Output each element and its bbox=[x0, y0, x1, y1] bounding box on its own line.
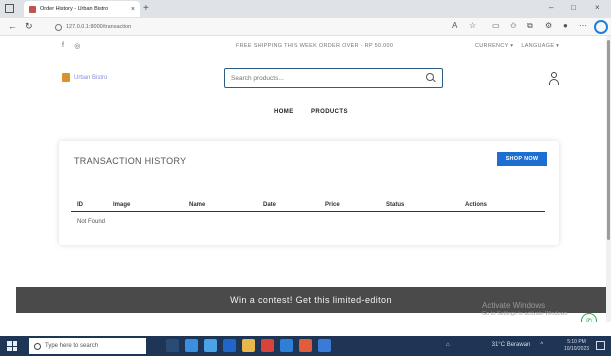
site-logo[interactable]: Urban Bistro bbox=[62, 73, 107, 82]
activate-windows-watermark: Activate Windows Go to Settings to activ… bbox=[482, 301, 569, 317]
user-account-icon[interactable] bbox=[548, 72, 560, 86]
new-tab-button[interactable]: + bbox=[143, 3, 149, 14]
system-clock[interactable]: 5:10 PM 10/10/2023 bbox=[564, 339, 589, 353]
profile-icon[interactable]: ● bbox=[563, 21, 568, 30]
address-bar: ← ↻ 127.0.0.1:8000/transaction A ☆ ▭ ✩ ⧉… bbox=[0, 18, 611, 36]
file-explorer-icon[interactable] bbox=[242, 339, 255, 352]
system-tray: ⌂ 31°C Berawan ^ bbox=[446, 342, 543, 348]
column-header: ID bbox=[77, 202, 83, 208]
shop-now-button[interactable]: SHOP NOW bbox=[497, 152, 547, 166]
taskbar-search-icon bbox=[34, 342, 41, 350]
windows-taskbar: Type here to search ⌂ 31°C Berawan ^ 5:1… bbox=[0, 336, 611, 356]
vscode-app-icon[interactable] bbox=[280, 339, 293, 352]
extensions-icon[interactable]: ⚙ bbox=[545, 21, 552, 30]
transaction-card: TRANSACTION HISTORY SHOP NOW ID Image Na… bbox=[59, 141, 559, 245]
logo-mark-icon bbox=[62, 73, 70, 82]
promo-text: Win a contest! Get this limited-editon bbox=[230, 295, 392, 305]
minimize-button[interactable]: – bbox=[549, 3, 553, 12]
empty-state-text: Not Found bbox=[77, 219, 106, 225]
whatsapp-icon[interactable]: ✆ bbox=[581, 313, 597, 322]
facebook-icon[interactable]: f bbox=[62, 42, 64, 50]
page-bottom-strip bbox=[0, 322, 611, 336]
more-menu-icon[interactable]: ⋯ bbox=[579, 21, 587, 30]
collections-icon[interactable]: ⧉ bbox=[527, 21, 533, 31]
tray-chevron-icon[interactable]: ^ bbox=[540, 342, 543, 348]
maximize-button[interactable]: □ bbox=[571, 3, 576, 12]
edge-app-icon[interactable] bbox=[185, 339, 198, 352]
mail-app-icon[interactable] bbox=[223, 339, 236, 352]
card-title: TRANSACTION HISTORY bbox=[74, 156, 187, 166]
store-app-icon[interactable] bbox=[204, 339, 217, 352]
browser-tab[interactable]: Order History - Urban Bistro × bbox=[24, 1, 140, 17]
watermark-subtitle: Go to Settings to activate Windows. bbox=[482, 311, 569, 317]
menu-home[interactable]: HOME bbox=[274, 109, 294, 115]
start-windows-icon[interactable] bbox=[7, 341, 17, 351]
scrollbar-thumb[interactable] bbox=[607, 40, 610, 240]
app-icon[interactable] bbox=[299, 339, 312, 352]
taskbar-search[interactable]: Type here to search bbox=[29, 338, 146, 354]
weather-text[interactable]: 31°C Berawan bbox=[492, 342, 531, 348]
column-header: Actions bbox=[465, 202, 488, 208]
close-window-button[interactable]: × bbox=[595, 3, 600, 12]
column-header: Status bbox=[386, 202, 405, 208]
split-screen-icon[interactable]: ▭ bbox=[492, 21, 500, 30]
tab-close-button[interactable]: × bbox=[131, 6, 135, 13]
currency-select[interactable]: CURRENCY ▾ bbox=[475, 43, 513, 49]
favorite-star-icon[interactable]: ☆ bbox=[469, 21, 476, 30]
back-arrow-icon[interactable]: ← bbox=[8, 21, 17, 31]
search-input[interactable] bbox=[231, 74, 426, 82]
taskbar-apps bbox=[166, 339, 331, 352]
logo-text: Urban Bistro bbox=[74, 74, 108, 81]
taskbar-search-text: Type here to search bbox=[45, 343, 99, 349]
site-info-icon[interactable] bbox=[55, 23, 62, 31]
favicon-icon bbox=[29, 5, 36, 13]
instagram-icon[interactable]: ◎ bbox=[74, 42, 80, 50]
url-text: 127.0.0.1:8000/transaction bbox=[66, 24, 132, 30]
people-icon[interactable]: ⌂ bbox=[446, 342, 450, 348]
menu-products[interactable]: PRODUCTS bbox=[311, 109, 348, 115]
column-header: Date bbox=[263, 202, 277, 208]
top-strip-selectors: CURRENCY ▾ LANGUAGE ▾ bbox=[475, 43, 559, 49]
table-header: ID Image Name Date Price Status Actions bbox=[71, 200, 545, 212]
column-header: Image bbox=[113, 202, 131, 208]
task-view-icon[interactable] bbox=[166, 339, 179, 352]
app-icon[interactable] bbox=[318, 339, 331, 352]
column-header: Price bbox=[325, 202, 340, 208]
language-select[interactable]: LANGUAGE ▾ bbox=[521, 43, 559, 49]
tab-title: Order History - Urban Bistro bbox=[40, 6, 109, 12]
watermark-title: Activate Windows bbox=[482, 301, 546, 310]
url-field[interactable]: 127.0.0.1:8000/transaction bbox=[55, 21, 405, 33]
favorites-icon[interactable]: ✩ bbox=[510, 21, 517, 30]
notification-icon[interactable] bbox=[596, 341, 605, 350]
browser-titlebar: Order History - Urban Bistro × + – □ × bbox=[0, 0, 611, 18]
page-scrollbar[interactable] bbox=[606, 36, 611, 322]
read-aloud-icon[interactable]: A bbox=[452, 21, 457, 30]
search-box bbox=[224, 68, 443, 88]
shipping-notice: FREE SHIPPING THIS WEEK ORDER OVER - RP … bbox=[236, 43, 394, 49]
top-strip: f ◎ FREE SHIPPING THIS WEEK ORDER OVER -… bbox=[0, 36, 606, 56]
clock-date: 10/10/2023 bbox=[564, 346, 590, 352]
office-app-icon[interactable] bbox=[261, 339, 274, 352]
social-links: f ◎ bbox=[62, 42, 81, 50]
clock-time: 5:10 PM bbox=[567, 339, 586, 345]
column-header: Name bbox=[189, 202, 206, 208]
search-icon[interactable] bbox=[426, 73, 436, 83]
web-page: f ◎ FREE SHIPPING THIS WEEK ORDER OVER -… bbox=[0, 36, 606, 322]
site-header: Urban Bistro bbox=[0, 60, 606, 100]
edge-copilot-icon[interactable] bbox=[594, 20, 608, 34]
refresh-icon[interactable]: ↻ bbox=[25, 21, 33, 32]
tab-actions-icon[interactable] bbox=[5, 4, 14, 13]
